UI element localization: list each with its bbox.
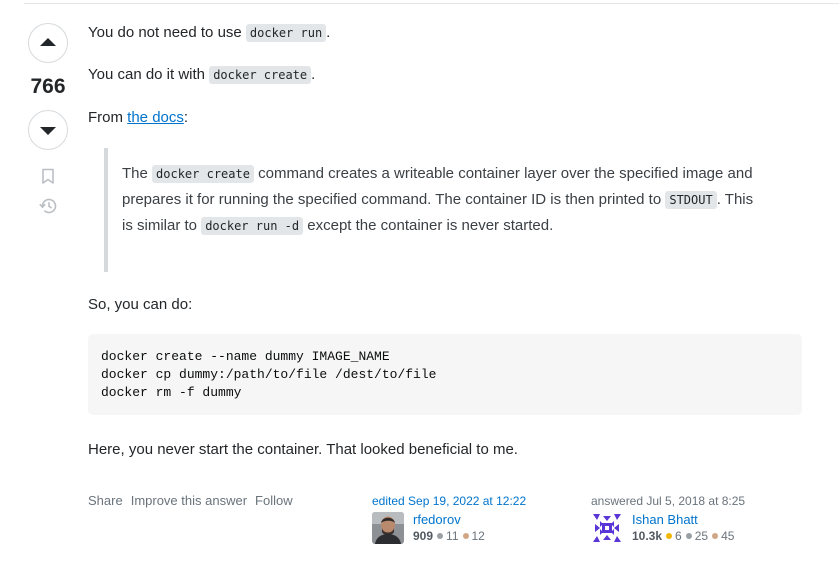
downvote-icon xyxy=(40,127,56,135)
bookmark-icon xyxy=(42,168,54,184)
silver-badge-icon xyxy=(437,533,444,540)
author-identicon-image xyxy=(591,512,623,544)
inline-code: docker create xyxy=(209,66,312,84)
code-line: docker rm -f dummy xyxy=(101,385,242,400)
paragraph-text: From xyxy=(88,109,128,126)
inline-code: STDOUT xyxy=(665,191,717,209)
paragraph-text: . xyxy=(326,24,331,41)
inline-code: docker create xyxy=(152,165,254,183)
quote-fragment: except the container is never started. xyxy=(303,217,554,234)
gold-badge-count: 6 xyxy=(675,529,682,543)
avatar[interactable] xyxy=(372,512,404,544)
editor-signature: edited Sep 19, 2022 at 12:22 rfedorov 90… xyxy=(372,494,526,544)
editor-avatar-image xyxy=(372,512,404,544)
paragraph-1: You do not need to use docker run. xyxy=(88,23,330,43)
reputation-score: 909 xyxy=(413,529,434,543)
paragraph-3: From the docs: xyxy=(88,108,188,127)
upvote-button[interactable] xyxy=(28,23,68,63)
upvote-icon xyxy=(40,38,56,46)
post-menu: Share Improve this answer Follow xyxy=(88,493,293,508)
author-reputation: 10.3k 6 25 45 xyxy=(632,528,734,544)
author-signature: answered Jul 5, 2018 at 8:25 Ishan Bhatt… xyxy=(591,494,745,544)
docs-link[interactable]: the docs xyxy=(127,109,184,126)
paragraph-text: You can do it with xyxy=(88,66,210,83)
answered-timestamp: answered Jul 5, 2018 at 8:25 xyxy=(591,494,746,508)
paragraph-4: So, you can do: xyxy=(88,296,193,313)
inline-code: docker run -d xyxy=(201,217,304,235)
top-divider xyxy=(24,3,839,4)
silver-badge-count: 25 xyxy=(694,529,709,543)
code-block: docker create --name dummy IMAGE_NAMEdoc… xyxy=(88,334,802,415)
improve-answer-link[interactable]: Improve this answer xyxy=(131,493,247,508)
vote-count: 766 xyxy=(30,75,66,98)
vote-column: 766 xyxy=(22,23,74,216)
code-line: docker create --name dummy IMAGE_NAME xyxy=(101,349,390,364)
edited-timestamp[interactable]: edited Sep 19, 2022 at 12:22 xyxy=(372,494,526,508)
inline-code: docker run xyxy=(245,24,327,42)
paragraph-2: You can do it with docker create. xyxy=(88,65,315,85)
author-name[interactable]: Ishan Bhatt xyxy=(632,512,734,528)
silver-badge-icon xyxy=(685,533,692,540)
history-icon xyxy=(38,198,56,214)
editor-reputation: 909 11 12 xyxy=(413,528,485,544)
docs-quote: The docker create command creates a writ… xyxy=(104,148,794,272)
bronze-badge-count: 12 xyxy=(471,529,485,543)
paragraph-text: : xyxy=(183,109,189,126)
paragraph-5: Here, you never start the container. Tha… xyxy=(88,441,518,458)
paragraph-text: . xyxy=(311,66,316,83)
quote-text: The docker create command creates a writ… xyxy=(122,148,762,239)
gold-badge-icon xyxy=(666,533,673,540)
paragraph-text: You do not need to use xyxy=(88,24,246,41)
downvote-button[interactable] xyxy=(28,110,68,150)
avatar[interactable] xyxy=(591,512,623,544)
bronze-badge-count: 45 xyxy=(721,529,735,543)
bronze-badge-icon xyxy=(462,533,469,540)
reputation-score: 10.3k xyxy=(632,529,663,543)
history-button[interactable] xyxy=(38,196,58,216)
follow-link[interactable]: Follow xyxy=(255,493,293,508)
bookmark-button[interactable] xyxy=(38,166,58,186)
silver-badge-count: 11 xyxy=(446,529,459,543)
editor-name[interactable]: rfedorov xyxy=(413,512,485,528)
share-link[interactable]: Share xyxy=(88,493,123,508)
bronze-badge-icon xyxy=(712,533,719,540)
code-line: docker cp dummy:/path/to/file /dest/to/f… xyxy=(101,367,437,382)
quote-fragment: The xyxy=(122,165,153,182)
